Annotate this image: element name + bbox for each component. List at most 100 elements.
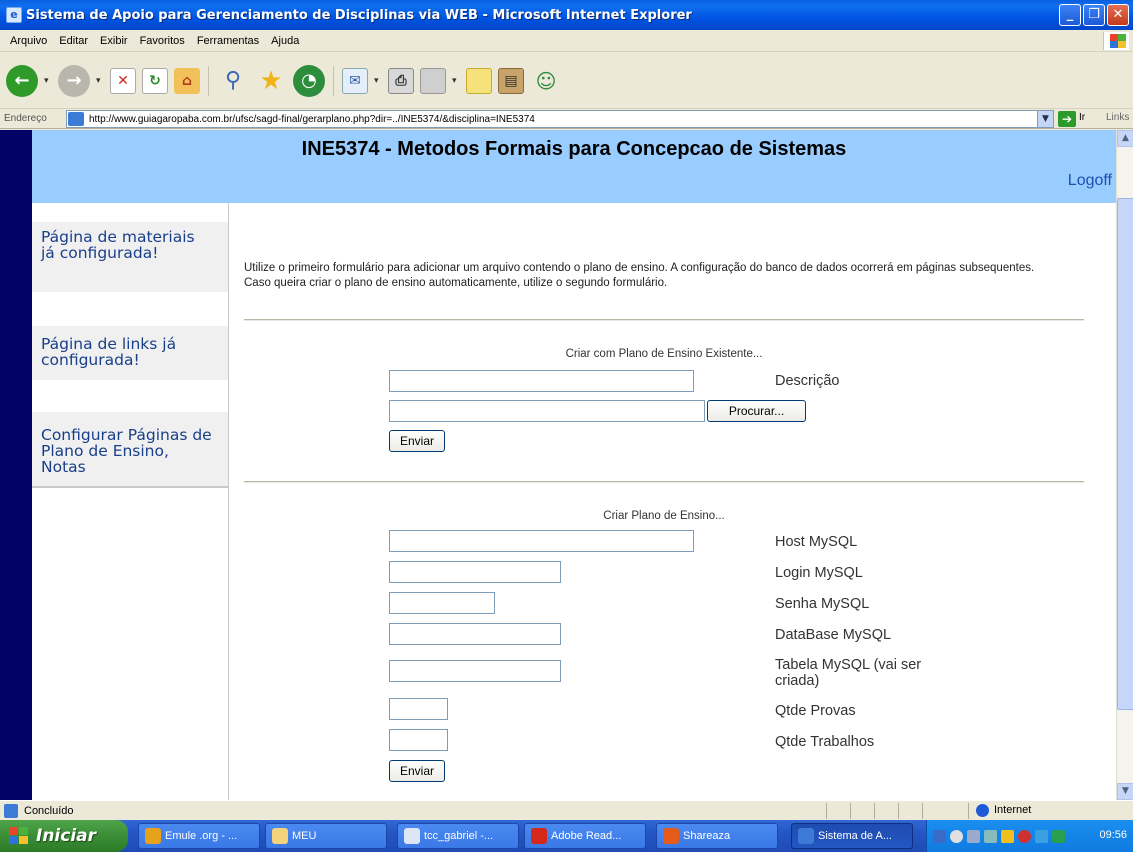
minimize-button[interactable]: _ [1059, 4, 1081, 26]
print-icon[interactable]: ⎙ [388, 67, 414, 94]
windows-flag-icon [8, 826, 30, 846]
shareaza-icon [663, 828, 679, 844]
browse-button[interactable]: Procurar... [707, 400, 806, 422]
file-input[interactable] [389, 400, 705, 422]
start-button[interactable]: Iniciar [0, 820, 128, 852]
go-button[interactable]: Ir [1079, 112, 1085, 123]
address-input[interactable]: http://www.guiagaropaba.com.br/ufsc/sagd… [66, 110, 1054, 128]
discuss-icon[interactable] [466, 67, 492, 94]
windows-logo-icon [1103, 32, 1129, 50]
back-dropdown-icon[interactable]: ▾ [44, 76, 52, 86]
window-title: Sistema de Apoio para Gerenciamento de D… [26, 7, 692, 23]
address-dropdown-icon[interactable]: ▼ [1037, 111, 1053, 127]
research-icon[interactable]: ▤ [498, 67, 524, 94]
scroll-up-icon[interactable]: ▲ [1117, 130, 1133, 147]
mail-dropdown-icon[interactable]: ▾ [374, 76, 382, 86]
tabela-input[interactable] [389, 660, 561, 682]
window-title-bar[interactable]: e Sistema de Apoio para Gerenciamento de… [0, 0, 1133, 30]
history-icon[interactable]: ◔ [293, 64, 325, 97]
divider [244, 319, 1084, 321]
logoff-link[interactable]: Logoff [1068, 172, 1112, 190]
sidebar-divider [228, 203, 229, 800]
descricao-input[interactable] [389, 370, 694, 392]
close-button[interactable]: ✕ [1107, 4, 1129, 26]
favorites-icon[interactable]: ★ [255, 65, 287, 97]
database-input[interactable] [389, 623, 561, 645]
system-tray: 09:56 [926, 820, 1133, 852]
scroll-thumb[interactable] [1117, 198, 1133, 710]
status-text: Concluído [24, 804, 74, 817]
edit-dropdown-icon[interactable]: ▾ [452, 76, 460, 86]
firefox-icon [145, 828, 161, 844]
task-emule[interactable]: Emule .org - ... [138, 823, 260, 849]
show-hidden-icon[interactable] [950, 829, 963, 843]
zone-text: Internet [994, 804, 1032, 816]
task-ie-active[interactable]: Sistema de A... [791, 823, 913, 849]
status-divider [968, 803, 969, 819]
task-adobe[interactable]: Adobe Read... [524, 823, 646, 849]
edit-icon[interactable] [420, 67, 446, 94]
status-divider [826, 803, 827, 819]
vertical-scrollbar[interactable]: ▲ ▼ [1116, 130, 1133, 800]
security-icon[interactable] [1001, 829, 1014, 843]
maximize-button[interactable]: ❐ [1083, 4, 1105, 26]
address-url[interactable]: http://www.guiagaropaba.com.br/ufsc/sagd… [89, 114, 535, 125]
trabalhos-input[interactable] [389, 729, 448, 751]
task-shareaza[interactable]: Shareaza [656, 823, 778, 849]
task-label: Sistema de A... [818, 830, 892, 842]
toolbar-separator [333, 65, 334, 96]
forward-dropdown-icon[interactable]: ▾ [96, 76, 104, 86]
sidebar-item-links[interactable]: Página de links já configurada! [41, 336, 221, 368]
host-input[interactable] [389, 530, 694, 552]
task-label: Shareaza [683, 830, 731, 842]
clock[interactable]: 09:56 [1099, 829, 1127, 841]
menu-exibir[interactable]: Exibir [94, 35, 134, 47]
app-tray-icon[interactable] [1052, 829, 1065, 843]
intro-text: Utilize o primeiro formulário para adici… [244, 262, 1084, 289]
home-icon[interactable]: ⌂ [174, 67, 200, 94]
task-meu[interactable]: MEU [265, 823, 387, 849]
page-icon [68, 112, 84, 126]
toolbar: ← ▾ → ▾ ✕ ↻ ⌂ ⚲ ★ ◔ ✉ ▾ ⎙ ▾ ▤ ☺ [0, 53, 1133, 109]
mail-icon[interactable]: ✉ [342, 67, 368, 94]
user-icon[interactable] [984, 829, 997, 843]
start-label: Iniciar [36, 826, 97, 846]
search-icon[interactable]: ⚲ [217, 65, 249, 97]
menu-ferramentas[interactable]: Ferramentas [191, 35, 265, 47]
task-label: tcc_gabriel -... [424, 830, 494, 842]
refresh-icon[interactable]: ↻ [142, 67, 168, 94]
window-controls: _ ❐ ✕ [1059, 4, 1129, 26]
submit-button-form2[interactable]: Enviar [389, 760, 445, 782]
menu-arquivo[interactable]: Arquivo [4, 35, 53, 47]
task-label: Adobe Read... [551, 830, 622, 842]
status-divider [850, 803, 851, 819]
sidebar-item-configurar[interactable]: Configurar Páginas de Plano de Ensino, N… [41, 427, 216, 475]
back-icon[interactable]: ← [6, 64, 38, 97]
go-arrow-icon[interactable]: ➔ [1058, 111, 1076, 127]
menu-ajuda[interactable]: Ajuda [265, 35, 305, 47]
menu-favoritos[interactable]: Favoritos [134, 35, 191, 47]
forward-icon[interactable]: → [58, 64, 90, 97]
submit-button-form1[interactable]: Enviar [389, 430, 445, 452]
course-title: INE5374 - Metodos Formais para Concepcao… [301, 138, 847, 160]
messenger-icon[interactable]: ☺ [530, 65, 562, 97]
task-tcc[interactable]: tcc_gabriel -... [397, 823, 519, 849]
stop-icon[interactable]: ✕ [110, 67, 136, 94]
ie-icon: e [6, 7, 22, 23]
menu-editar[interactable]: Editar [53, 35, 94, 47]
sidebar-item-materiais[interactable]: Página de materiais já configurada! [41, 229, 201, 261]
ie-icon [798, 828, 814, 844]
login-input[interactable] [389, 561, 561, 583]
provas-label: Qtde Provas [775, 703, 856, 719]
scroll-down-icon[interactable]: ▼ [1117, 783, 1133, 800]
status-bar: Concluído Internet [0, 800, 1133, 820]
descricao-label: Descrição [775, 373, 840, 389]
network-icon[interactable] [967, 829, 980, 843]
antivirus-icon[interactable] [1018, 829, 1031, 843]
divider [244, 481, 1084, 483]
senha-input[interactable] [389, 592, 495, 614]
help-icon[interactable] [933, 829, 946, 843]
provas-input[interactable] [389, 698, 448, 720]
messenger-tray-icon[interactable] [1035, 829, 1048, 843]
links-button[interactable]: Links [1106, 112, 1129, 123]
